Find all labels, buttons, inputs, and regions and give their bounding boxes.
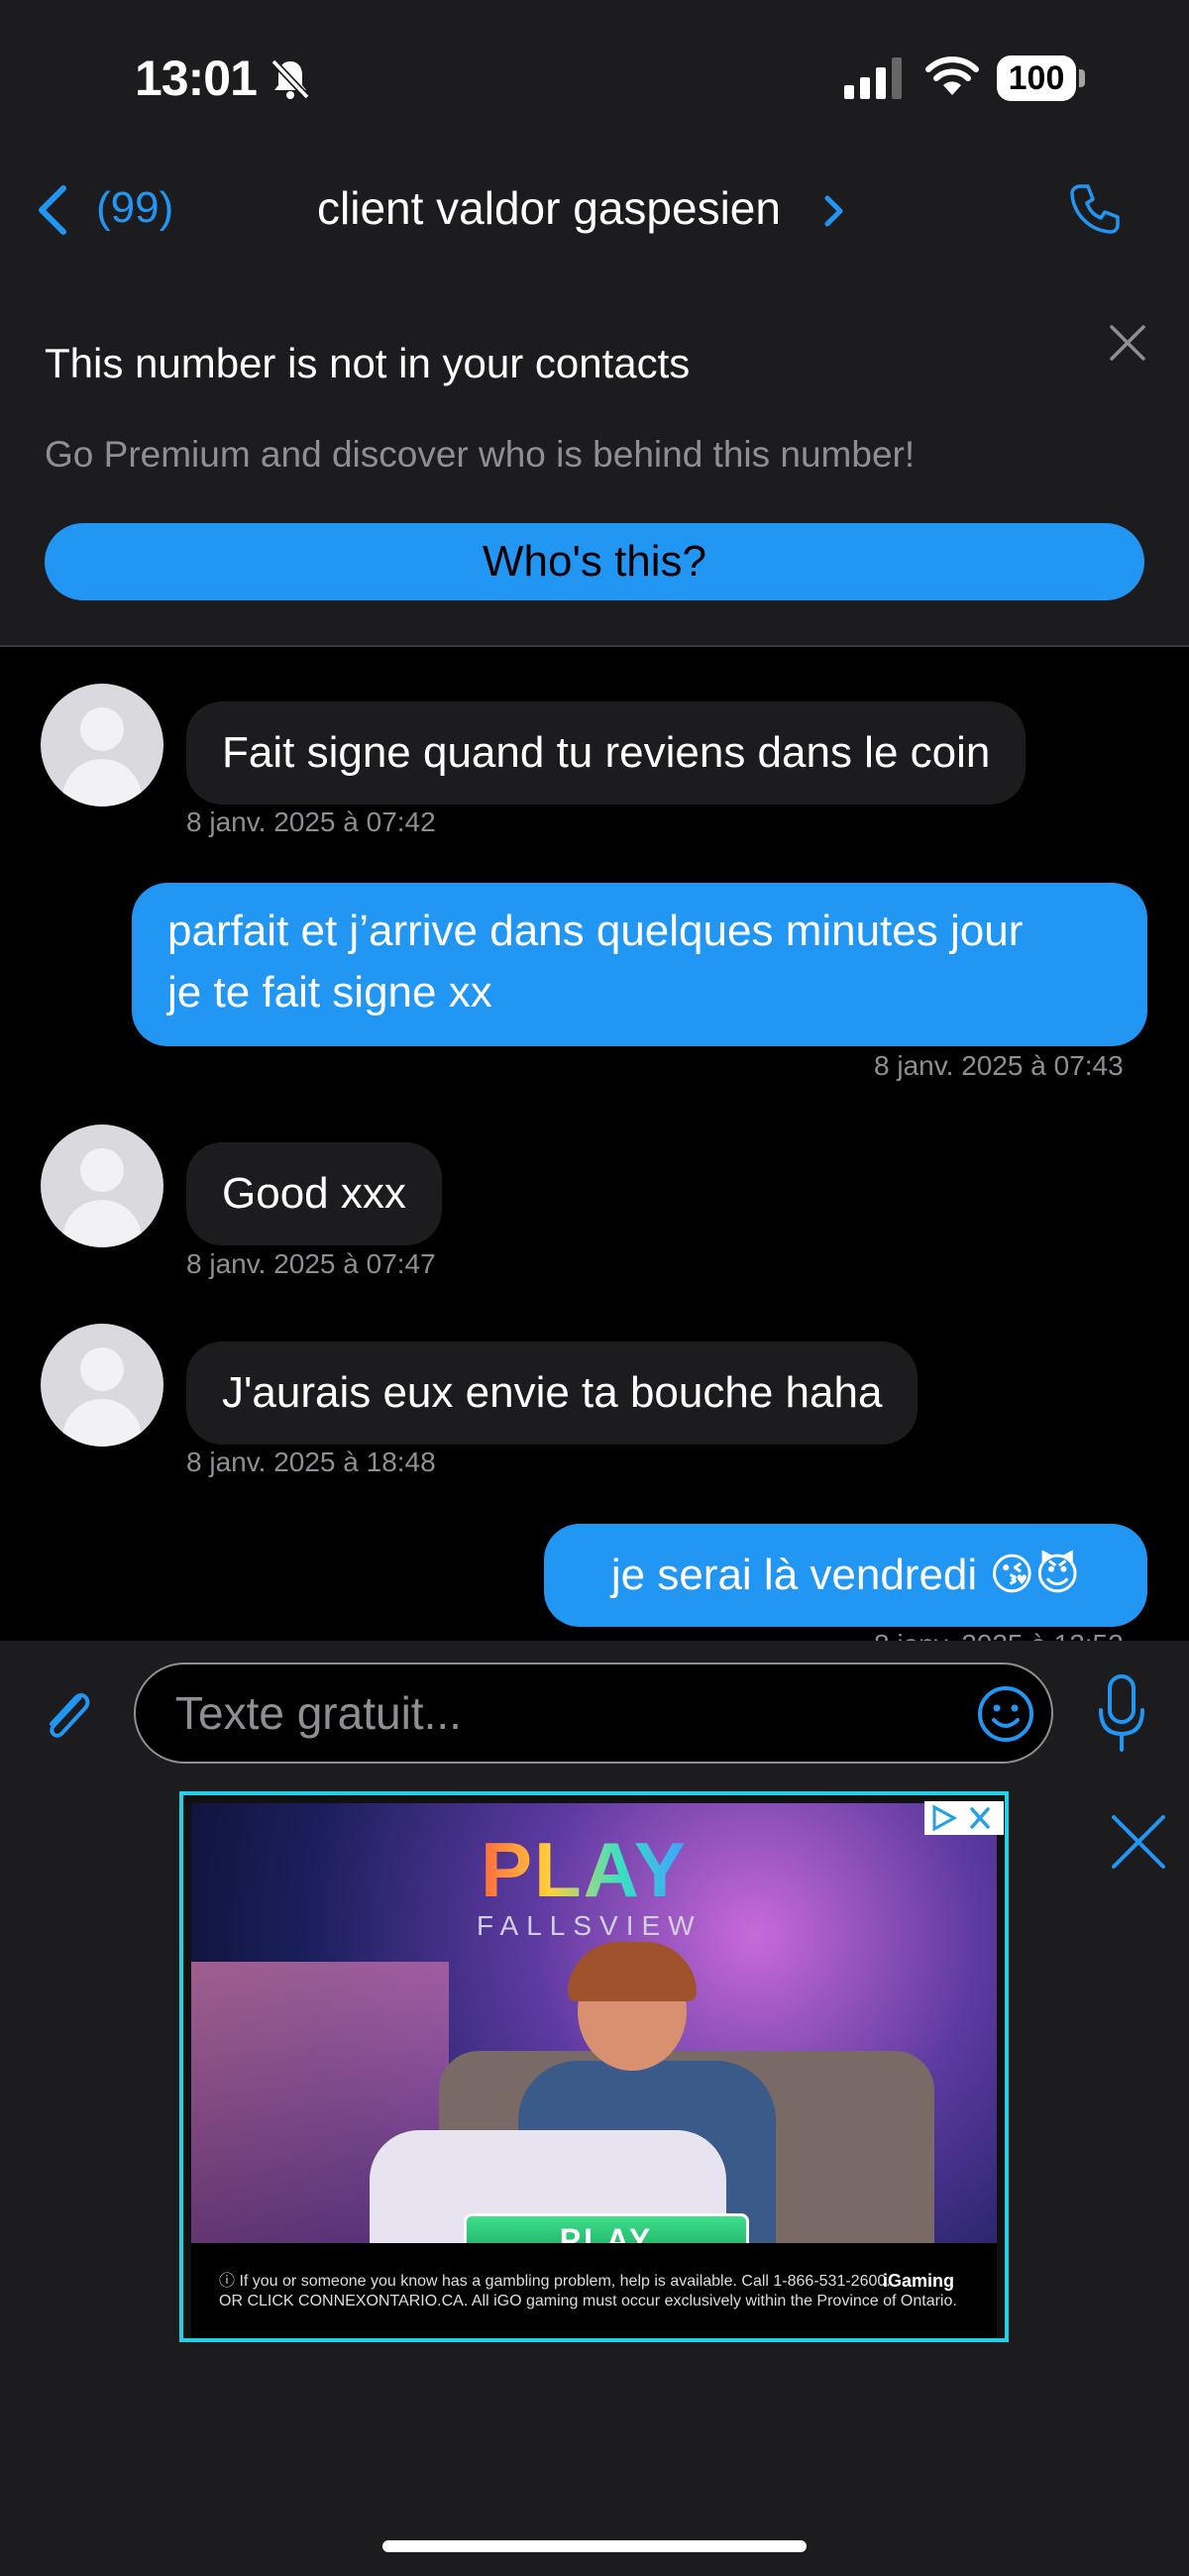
message-input[interactable]: Texte gratuit...	[134, 1663, 1053, 1764]
emoji-icon[interactable]	[976, 1684, 1035, 1744]
message-timestamp: 8 janv. 2025 à 07:43	[874, 1050, 1124, 1081]
message-timestamp: 8 janv. 2025 à 18:48	[186, 1447, 436, 1477]
bell-muted-icon	[270, 58, 310, 100]
ad-brand-sub: FALLSVIEW	[477, 1910, 703, 1941]
back-unread-count[interactable]: (99)	[96, 183, 173, 233]
battery-level: 100	[997, 55, 1076, 101]
advertisement-banner[interactable]: PLAY FALLSVIEW PLAY FALLSVIEW ⓘ If you o…	[179, 1791, 1009, 2342]
microphone-icon[interactable]	[1095, 1672, 1148, 1756]
phone-call-icon[interactable]	[1068, 182, 1122, 236]
banner-subtitle: Go Premium and discover who is behind th…	[45, 434, 916, 475]
ad-brand: PLAY	[481, 1826, 688, 1913]
ad-disclaimer: ⓘ If you or someone you know has a gambl…	[219, 2273, 891, 2290]
wifi-icon	[925, 56, 979, 95]
message-text-line: je te fait signe xx	[167, 968, 492, 1017]
close-ad-icon[interactable]	[1108, 1811, 1169, 1873]
incoming-message-bubble[interactable]: Good xxx	[186, 1142, 442, 1245]
message-timestamp: 8 janv. 2025 à 07:47	[186, 1248, 436, 1279]
message-timestamp: 8 janv. 2025 à 07:42	[186, 806, 436, 837]
incoming-message-bubble[interactable]: Fait signe quand tu reviens dans le coin	[186, 701, 1027, 805]
close-icon[interactable]	[1108, 323, 1147, 363]
ad-disclaimer: OR CLICK CONNEXONTARIO.CA. All iGO gamin…	[219, 2293, 957, 2309]
avatar[interactable]	[41, 1125, 163, 1247]
cellular-signal-icon	[844, 57, 902, 99]
message-text-line: parfait et j’arrive dans quelques minute…	[167, 907, 1024, 955]
banner-title: This number is not in your contacts	[45, 340, 691, 386]
home-indicator[interactable]	[382, 2540, 807, 2552]
incoming-message-bubble[interactable]: J'aurais eux envie ta bouche haha	[186, 1342, 919, 1445]
conversation-title[interactable]: client valdor gaspesien	[317, 181, 781, 235]
ad-footer: ⓘ If you or someone you know has a gambl…	[191, 2243, 997, 2338]
battery-icon: 100	[997, 55, 1086, 101]
avatar[interactable]	[41, 684, 163, 806]
outgoing-message-bubble[interactable]: parfait et j’arrive dans quelques minute…	[132, 883, 1147, 1046]
avatar[interactable]	[41, 1324, 163, 1447]
ad-image: PLAY FALLSVIEW PLAY FALLSVIEW	[191, 1803, 997, 2306]
igaming-logo: iGaming	[883, 2271, 955, 2291]
paperclip-icon[interactable]	[36, 1684, 99, 1748]
outgoing-message-bubble[interactable]: je serai là vendredi 😘😈	[544, 1524, 1147, 1627]
message-timestamp: 8 janv. 2025 à 12:52	[874, 1629, 1124, 1641]
ad-choices-icon	[932, 1804, 990, 1832]
ad-choices-badge[interactable]	[924, 1801, 1004, 1835]
chevron-right-icon[interactable]	[822, 194, 846, 228]
status-time: 13:01	[135, 51, 258, 106]
whos-this-button[interactable]: Who's this?	[45, 523, 1144, 600]
back-chevron-icon[interactable]	[34, 184, 69, 236]
